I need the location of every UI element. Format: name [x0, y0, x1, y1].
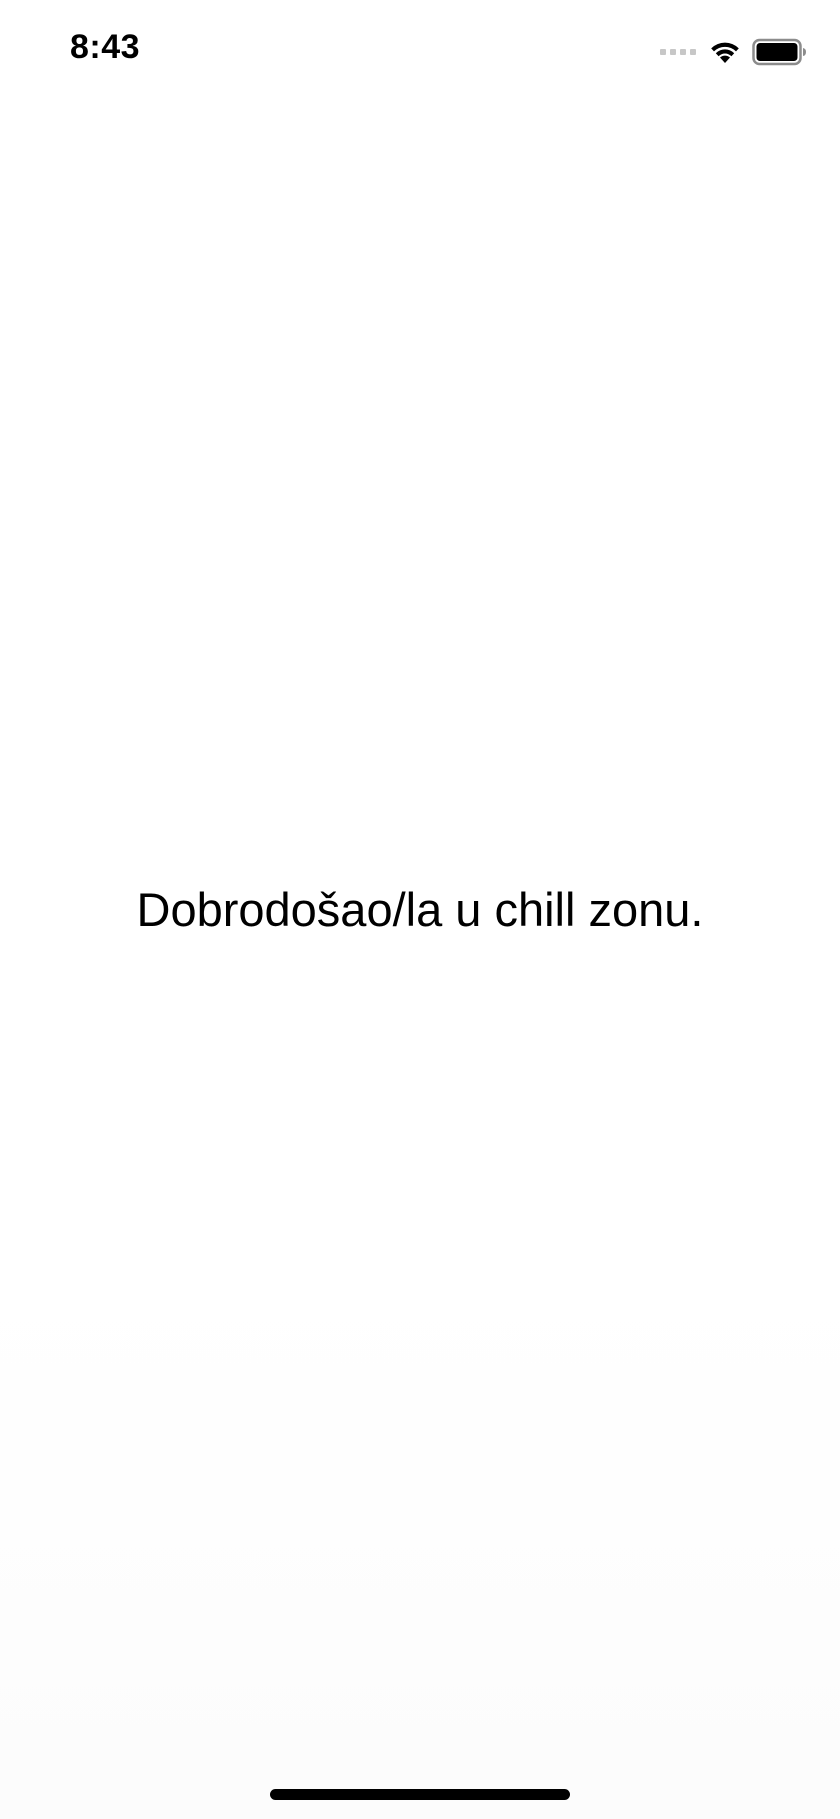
app-screen: 8:43 Dobrodošao/la u chill zonu.	[0, 0, 840, 1819]
status-icons	[660, 36, 808, 68]
welcome-message: Dobrodošao/la u chill zonu.	[136, 883, 704, 936]
status-bar: 8:43	[0, 0, 840, 104]
main-content: Dobrodošao/la u chill zonu.	[0, 104, 840, 1704]
home-indicator[interactable]	[270, 1789, 570, 1800]
status-time: 8:43	[70, 28, 141, 66]
cellular-signal-icon	[660, 49, 696, 55]
wifi-icon	[711, 42, 739, 63]
battery-icon	[752, 38, 806, 66]
